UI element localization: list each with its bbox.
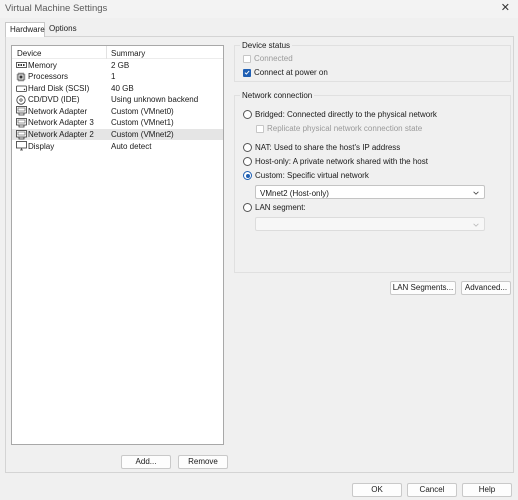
remove-device-button[interactable]: Remove <box>178 455 228 469</box>
device-row[interactable]: Network Adapter 3 Custom (VMnet1) <box>12 117 223 129</box>
device-name: Memory <box>28 60 57 70</box>
close-icon[interactable]: ✕ <box>501 2 510 14</box>
memory-icon <box>15 60 27 70</box>
lan-segments-button[interactable]: LAN Segments... <box>390 281 456 295</box>
device-name: Network Adapter 3 <box>28 118 94 128</box>
device-summary: 2 GB <box>111 60 130 70</box>
chevron-down-icon <box>473 223 479 227</box>
custom-radio[interactable]: Custom: Specific virtual network <box>243 171 369 180</box>
cd-dvd-icon <box>15 95 27 105</box>
display-icon <box>15 141 27 151</box>
bridged-label: Bridged: Connected directly to the physi… <box>255 110 437 119</box>
device-status-group: Device status Connected Connect at power… <box>234 41 511 82</box>
device-summary: Using unknown backend <box>111 95 199 105</box>
device-row[interactable]: Processors 1 <box>12 71 223 83</box>
host-only-radio-circle[interactable] <box>243 157 252 166</box>
device-summary: 40 GB <box>111 83 134 93</box>
connect-at-power-on-checkbox-box[interactable] <box>243 68 251 77</box>
custom-label: Custom: Specific virtual network <box>255 171 369 180</box>
connected-checkbox[interactable]: Connected <box>243 54 293 63</box>
hard-disk-icon <box>15 83 27 93</box>
connect-at-power-on-label: Connect at power on <box>254 68 328 77</box>
device-row[interactable]: Hard Disk (SCSI) 40 GB <box>12 82 223 94</box>
bridged-radio-circle[interactable] <box>243 110 252 119</box>
hardware-panel: Device Summary Memory 2 GB Processors 1 Hard… <box>5 36 514 473</box>
nat-label: NAT: Used to share the host's IP address <box>255 143 401 152</box>
checkmark-icon <box>244 70 250 75</box>
host-only-label: Host-only: A private network shared with… <box>255 157 428 166</box>
replicate-checkbox[interactable]: Replicate physical network connection st… <box>256 124 422 133</box>
lan-segment-radio-circle[interactable] <box>243 203 252 212</box>
tab-options[interactable]: Options <box>45 22 79 37</box>
window-title: Virtual Machine Settings <box>5 3 108 14</box>
device-status-title: Device status <box>240 41 293 50</box>
device-name: Hard Disk (SCSI) <box>28 83 90 93</box>
device-summary: Auto detect <box>111 141 152 151</box>
custom-radio-circle[interactable] <box>243 171 252 180</box>
connected-label: Connected <box>254 54 293 63</box>
device-name: Display <box>28 141 55 151</box>
ok-button[interactable]: OK <box>352 483 402 497</box>
processor-icon <box>15 72 27 82</box>
device-summary: 1 <box>111 72 116 82</box>
custom-network-select[interactable]: VMnet2 (Host-only) <box>255 185 485 199</box>
device-summary: Custom (VMnet1) <box>111 118 174 128</box>
title-bar: Virtual Machine Settings ✕ <box>0 0 518 18</box>
device-list-header: Device Summary <box>12 46 223 59</box>
connect-at-power-on-checkbox[interactable]: Connect at power on <box>243 68 328 77</box>
device-row[interactable]: Network Adapter Custom (VMnet0) <box>12 105 223 117</box>
device-row[interactable]: CD/DVD (IDE) Using unknown backend <box>12 94 223 106</box>
nat-radio-circle[interactable] <box>243 143 252 152</box>
lan-segment-label: LAN segment: <box>255 203 306 212</box>
nat-radio[interactable]: NAT: Used to share the host's IP address <box>243 143 400 152</box>
column-header-device[interactable]: Device <box>17 49 41 58</box>
network-connection-group: Network connection Bridged: Connected di… <box>234 91 511 273</box>
device-row[interactable]: Memory 2 GB <box>12 59 223 71</box>
device-summary: Custom (VMnet0) <box>111 106 174 116</box>
lan-segment-radio[interactable]: LAN segment: <box>243 203 306 212</box>
device-name: CD/DVD (IDE) <box>28 95 80 105</box>
column-divider[interactable] <box>106 46 107 59</box>
tab-hardware[interactable]: Hardware <box>5 22 45 37</box>
device-list: Device Summary Memory 2 GB Processors 1 Hard… <box>11 45 224 445</box>
replicate-label: Replicate physical network connection st… <box>267 124 423 133</box>
device-summary: Custom (VMnet2) <box>111 130 174 140</box>
device-name: Processors <box>28 72 69 82</box>
device-rows: Memory 2 GB Processors 1 Hard Disk (SCSI) 40 … <box>12 59 223 152</box>
device-row[interactable]: Display Auto detect <box>12 140 223 152</box>
bridged-radio[interactable]: Bridged: Connected directly to the physi… <box>243 110 437 119</box>
host-only-radio[interactable]: Host-only: A private network shared with… <box>243 157 428 166</box>
replicate-checkbox-box[interactable] <box>256 124 264 133</box>
network-adapter-icon <box>15 129 27 140</box>
device-name: Network Adapter 2 <box>28 130 94 140</box>
lan-segment-select[interactable] <box>255 217 485 231</box>
network-adapter-icon <box>15 106 27 116</box>
network-adapter-icon <box>15 118 27 128</box>
device-row[interactable]: Network Adapter 2 Custom (VMnet2) <box>12 128 223 141</box>
help-button[interactable]: Help <box>462 483 512 497</box>
add-device-button[interactable]: Add... <box>121 455 171 469</box>
advanced-button[interactable]: Advanced... <box>461 281 511 295</box>
column-header-summary[interactable]: Summary <box>111 49 145 58</box>
network-connection-title: Network connection <box>240 91 315 100</box>
chevron-down-icon <box>473 191 479 195</box>
custom-network-select-value: VMnet2 (Host-only) <box>260 188 329 198</box>
cancel-button[interactable]: Cancel <box>407 483 457 497</box>
connected-checkbox-box[interactable] <box>243 54 251 63</box>
device-name: Network Adapter <box>28 106 88 116</box>
